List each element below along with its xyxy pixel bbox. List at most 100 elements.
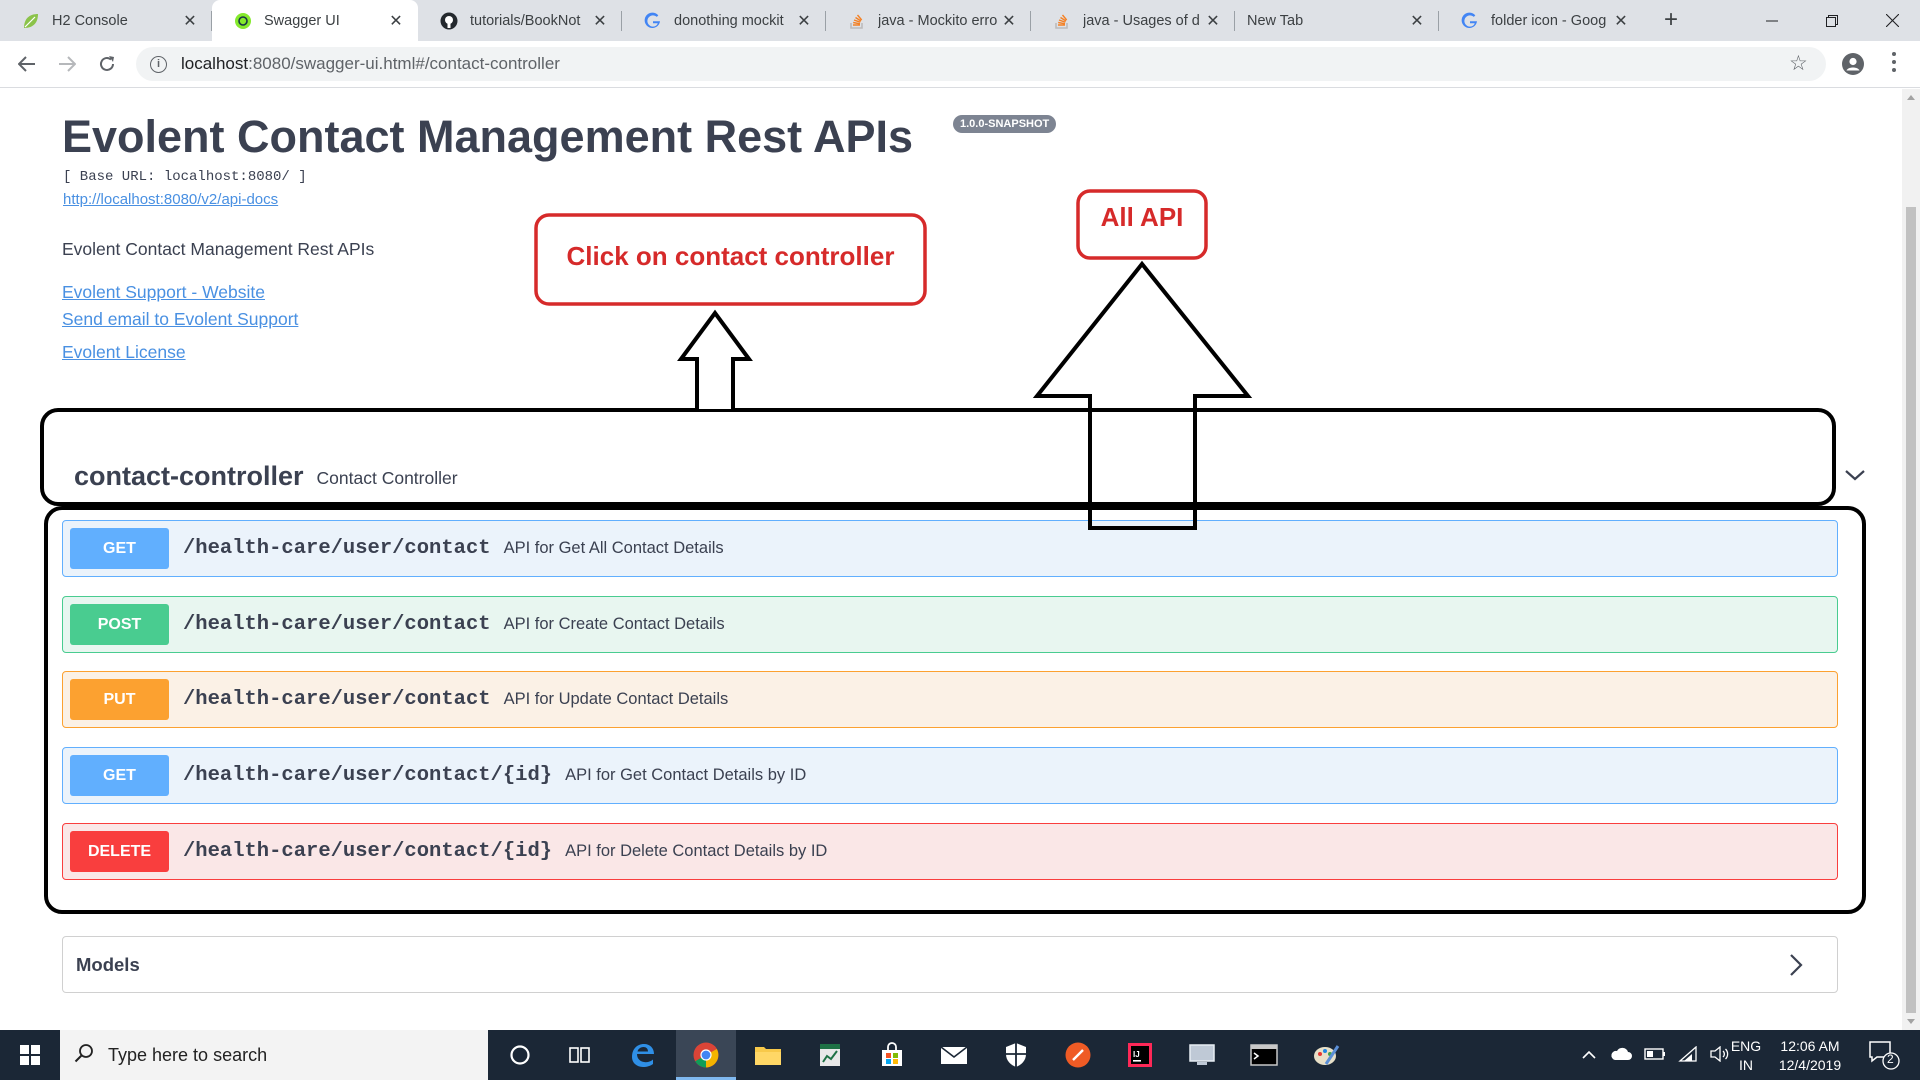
- forward-arrow-icon[interactable]: [52, 49, 82, 79]
- method-badge: PUT: [70, 679, 169, 720]
- tag-header-contact-controller[interactable]: contact-controller Contact Controller: [62, 446, 1865, 506]
- tab-title: H2 Console: [52, 12, 128, 29]
- new-tab-plus-icon[interactable]: +: [1657, 6, 1685, 34]
- security-shield-icon[interactable]: [986, 1030, 1046, 1080]
- intellij-idea-icon[interactable]: IJ: [1110, 1030, 1170, 1080]
- tab-title: New Tab: [1247, 12, 1304, 29]
- support-website-link[interactable]: Evolent Support - Website: [62, 282, 265, 303]
- bookmark-star-icon[interactable]: ☆: [1789, 51, 1808, 76]
- tab-close-icon[interactable]: ✕: [180, 11, 200, 31]
- task-view-icon[interactable]: [550, 1030, 610, 1080]
- svg-text:IJ: IJ: [1133, 1050, 1140, 1059]
- google-favicon-icon: [1461, 12, 1479, 30]
- tab-title: donothing mockit: [674, 12, 784, 29]
- notification-count: 2: [1887, 1052, 1894, 1066]
- account-icon[interactable]: [1842, 53, 1864, 75]
- tab-close-icon[interactable]: ✕: [1611, 11, 1631, 31]
- info-icon[interactable]: i: [150, 55, 167, 73]
- back-arrow-icon[interactable]: [12, 49, 42, 79]
- operation-summary: API for Create Contact Details: [503, 615, 725, 633]
- swagger-page: Evolent Contact Management Rest APIs 1.0…: [0, 89, 1902, 1030]
- operation-summary: API for Get All Contact Details: [503, 539, 724, 557]
- swagger-favicon-icon: [234, 12, 252, 30]
- file-explorer-icon[interactable]: [738, 1030, 798, 1080]
- spreadsheet-app-icon[interactable]: [800, 1030, 860, 1080]
- battery-icon[interactable]: [1644, 1047, 1666, 1063]
- tag-description: Contact Controller: [316, 467, 458, 488]
- chevron-right-icon[interactable]: [1785, 953, 1807, 977]
- input-language[interactable]: ENG IN: [1728, 1037, 1764, 1075]
- tab-close-icon[interactable]: ✕: [1203, 11, 1223, 31]
- operation-summary: API for Get Contact Details by ID: [565, 766, 807, 784]
- browser-tab-strip: H2 Console ✕ Swagger UI ✕ tutorials/Book…: [0, 0, 1920, 41]
- license-link[interactable]: Evolent License: [62, 342, 186, 363]
- reload-icon[interactable]: [92, 49, 122, 79]
- microsoft-store-icon[interactable]: [862, 1030, 922, 1080]
- browser-tab[interactable]: java - Mockito erro ✕: [826, 0, 1031, 41]
- tab-close-icon[interactable]: ✕: [1407, 11, 1427, 31]
- paint-app-icon[interactable]: [1296, 1030, 1356, 1080]
- windows-start-icon[interactable]: [0, 1030, 60, 1080]
- tab-title: java - Mockito erro: [878, 12, 998, 29]
- kebab-menu-icon[interactable]: [1892, 52, 1896, 76]
- close-window-icon[interactable]: [1862, 0, 1920, 41]
- chevron-down-icon[interactable]: [1844, 464, 1866, 486]
- command-prompt-icon[interactable]: [1234, 1030, 1294, 1080]
- speaker-volume-icon[interactable]: [1710, 1045, 1730, 1065]
- method-badge: POST: [70, 604, 169, 645]
- api-title: Evolent Contact Management Rest APIs: [62, 111, 914, 162]
- action-center-icon[interactable]: 2: [1868, 1040, 1900, 1070]
- system-tray: [1582, 1030, 1730, 1080]
- wifi-icon[interactable]: [1678, 1045, 1698, 1065]
- taskbar-clock[interactable]: 12:06 AM 12/4/2019: [1770, 1037, 1850, 1075]
- remote-desktop-icon[interactable]: [1172, 1030, 1232, 1080]
- models-section[interactable]: Models: [62, 936, 1838, 993]
- callout-left-text: Click on contact controller: [566, 241, 895, 271]
- page-scrollbar[interactable]: [1902, 89, 1920, 1030]
- search-icon: [74, 1043, 94, 1068]
- method-badge: GET: [70, 755, 169, 796]
- browser-tab[interactable]: donothing mockit ✕: [622, 0, 826, 41]
- operation-path: /health-care/user/contact: [183, 613, 491, 636]
- chrome-icon[interactable]: [676, 1030, 736, 1080]
- taskbar-search-box[interactable]: Type here to search: [60, 1030, 488, 1080]
- clock-date: 12/4/2019: [1778, 1057, 1842, 1073]
- operation-post-contact[interactable]: POST /health-care/user/contact API for C…: [62, 596, 1838, 653]
- tab-close-icon[interactable]: ✕: [794, 11, 814, 31]
- browser-tab[interactable]: H2 Console ✕: [0, 0, 212, 41]
- region-code: IN: [1739, 1057, 1753, 1073]
- stackoverflow-favicon-icon: [848, 12, 866, 30]
- tab-title: folder icon - Goog: [1491, 12, 1607, 29]
- api-docs-link[interactable]: http://localhost:8080/v2/api-docs: [63, 191, 278, 208]
- tab-close-icon[interactable]: ✕: [386, 11, 406, 31]
- tag-name: contact-controller: [74, 460, 304, 491]
- scroll-down-arrow-icon[interactable]: [1907, 1019, 1915, 1024]
- browser-tab[interactable]: folder icon - Goog ✕: [1439, 0, 1643, 41]
- browser-toolbar: i localhost:8080/swagger-ui.html#/contac…: [0, 41, 1920, 88]
- minimize-icon[interactable]: [1742, 0, 1802, 41]
- tab-close-icon[interactable]: ✕: [999, 11, 1019, 31]
- postman-app-icon[interactable]: [1048, 1030, 1108, 1080]
- scrollbar-thumb[interactable]: [1906, 207, 1916, 1013]
- operation-delete-contact[interactable]: DELETE /health-care/user/contact/{id} AP…: [62, 823, 1838, 880]
- operation-get-contacts[interactable]: GET /health-care/user/contact API for Ge…: [62, 520, 1838, 577]
- mail-icon[interactable]: [924, 1030, 984, 1080]
- restore-icon[interactable]: [1802, 0, 1862, 41]
- address-bar[interactable]: i localhost:8080/swagger-ui.html#/contac…: [136, 47, 1826, 81]
- browser-tab-active[interactable]: Swagger UI ✕: [212, 0, 418, 41]
- scroll-up-arrow-icon[interactable]: [1907, 95, 1915, 100]
- operation-path: /health-care/user/contact/{id}: [183, 840, 553, 863]
- support-email-link[interactable]: Send email to Evolent Support: [62, 309, 298, 330]
- cortana-icon[interactable]: [490, 1030, 550, 1080]
- browser-tab[interactable]: tutorials/BookNot ✕: [418, 0, 622, 41]
- edge-browser-icon[interactable]: [612, 1030, 672, 1080]
- browser-tab[interactable]: New Tab ✕: [1235, 0, 1439, 41]
- browser-tab[interactable]: java - Usages of d ✕: [1031, 0, 1235, 41]
- onedrive-cloud-icon[interactable]: [1610, 1047, 1632, 1064]
- language-code: ENG: [1730, 1038, 1762, 1054]
- tab-close-icon[interactable]: ✕: [590, 11, 610, 31]
- url-text: localhost:8080/swagger-ui.html#/contact-…: [181, 54, 560, 73]
- operation-put-contact[interactable]: PUT /health-care/user/contact API for Up…: [62, 671, 1838, 728]
- chevron-up-icon[interactable]: [1582, 1047, 1596, 1063]
- operation-get-contact-by-id[interactable]: GET /health-care/user/contact/{id} API f…: [62, 747, 1838, 804]
